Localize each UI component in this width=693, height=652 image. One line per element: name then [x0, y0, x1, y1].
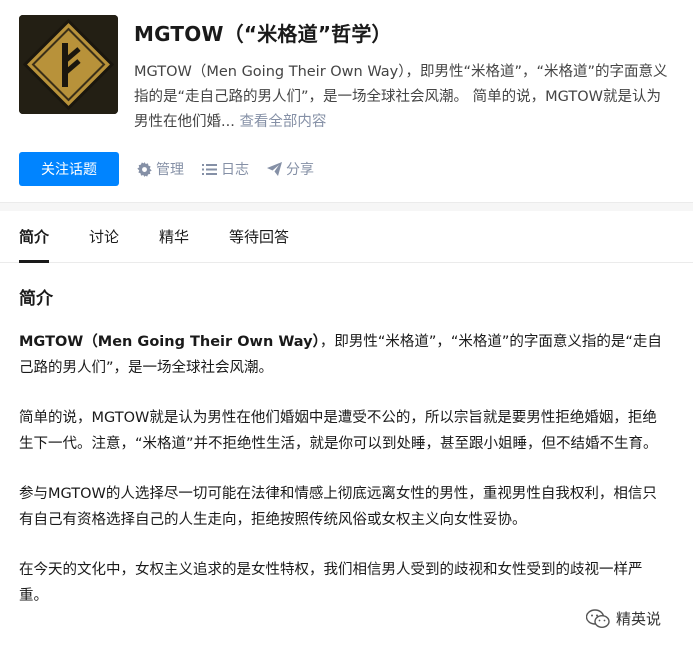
tab-essence[interactable]: 精华	[159, 211, 189, 262]
view-all-link[interactable]: 查看全部内容	[239, 114, 326, 130]
log-label: 日志	[221, 162, 249, 178]
intro-paragraph-4: 在今天的文化中，女权主义追求的是女性特权，我们相信男人受到的歧视和女性受到的歧视…	[19, 562, 643, 604]
watermark-text: 精英说	[616, 610, 662, 628]
section-divider	[0, 203, 693, 211]
topic-description: MGTOW（Men Going Their Own Way），即男性“米格道”，…	[134, 60, 674, 135]
topic-avatar	[19, 15, 118, 114]
topic-title: MGTOW（“米格道”哲学）	[134, 22, 392, 46]
watermark: 精英说	[586, 608, 661, 629]
share-label: 分享	[286, 162, 314, 178]
intro-content: 简介 MGTOW（Men Going Their Own Way），即男性“米格…	[19, 284, 669, 633]
intro-paragraph-1: MGTOW（Men Going Their Own Way），即男性“米格道”，…	[19, 329, 669, 381]
intro-paragraph-2: 简单的说，MGTOW就是认为男性在他们婚姻中是遭受不公的，所以宗旨就是要男性拒绝…	[19, 410, 658, 452]
topic-actions: 关注话题 管理 日志 分享	[19, 152, 314, 186]
topic-header: MGTOW（“米格道”哲学） MGTOW（Men Going Their Own…	[0, 0, 693, 203]
intro-bold-term: MGTOW（Men Going Their Own Way）	[19, 334, 320, 350]
tab-intro[interactable]: 简介	[19, 211, 50, 263]
tab-discussion[interactable]: 讨论	[89, 211, 119, 262]
wechat-icon	[586, 608, 610, 628]
gear-icon	[137, 161, 152, 177]
intro-paragraph-3: 参与MGTOW的人选择尽一切可能在法律和情感上彻底远离女性的男性，重视男性自我权…	[19, 486, 657, 528]
manage-label: 管理	[156, 162, 184, 178]
log-button[interactable]: 日志	[202, 159, 249, 179]
share-button[interactable]: 分享	[267, 159, 314, 179]
topic-description-text: MGTOW（Men Going Their Own Way），即男性“米格道”，…	[134, 64, 668, 130]
topic-tabs: 简介 讨论 精华 等待回答	[0, 211, 693, 263]
tab-waiting-answers[interactable]: 等待回答	[229, 211, 289, 262]
follow-topic-button[interactable]: 关注话题	[19, 152, 119, 186]
othala-sign-icon	[19, 15, 118, 114]
list-icon	[202, 163, 217, 175]
manage-button[interactable]: 管理	[137, 159, 184, 179]
paper-plane-icon	[267, 162, 282, 176]
section-title: 简介	[19, 289, 53, 309]
